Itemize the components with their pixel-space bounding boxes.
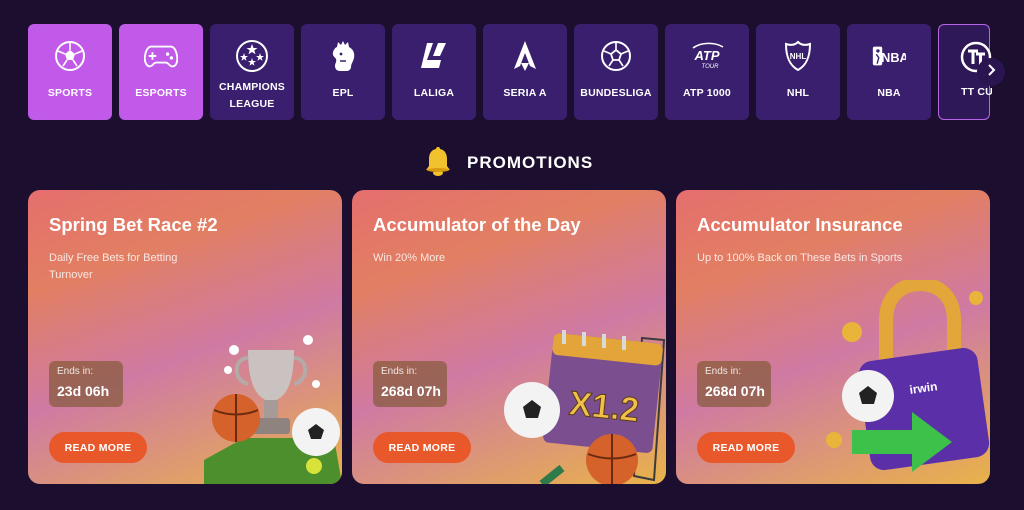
card-title: Accumulator Insurance	[697, 214, 903, 235]
read-more-button[interactable]: READ MORE	[697, 432, 795, 463]
scroll-right-button[interactable]	[977, 58, 1005, 86]
svg-text:NHL: NHL	[790, 52, 807, 61]
category-nba[interactable]: NBA NBA	[847, 24, 931, 120]
trophy-balls-art	[204, 335, 342, 484]
category-label: BUNDESLIGA	[580, 87, 652, 99]
epl-lion-icon	[326, 39, 360, 73]
countdown-badge: Ends in: 23d 06h	[49, 361, 123, 407]
countdown-badge: Ends in: 268d 07h	[697, 361, 771, 407]
card-subtitle: Up to 100% Back on These Bets in Sports	[697, 252, 903, 264]
gamepad-icon	[144, 39, 178, 73]
card-title: Spring Bet Race #2	[49, 214, 218, 235]
bell-icon	[425, 145, 451, 182]
card-subtitle: Win 20% More	[373, 252, 446, 264]
category-seria-a[interactable]: SERIA A	[483, 24, 567, 120]
chevron-right-icon	[986, 63, 996, 81]
category-sports[interactable]: SPORTS	[28, 24, 112, 120]
laliga-icon	[417, 39, 451, 73]
category-label: TT CU	[961, 86, 992, 98]
category-champions-league[interactable]: CHAMPIONS LEAGUE	[210, 24, 294, 120]
countdown-label: Ends in:	[705, 366, 742, 377]
category-label: ESPORTS	[135, 87, 187, 99]
category-epl[interactable]: EPL	[301, 24, 385, 120]
category-atp-1000[interactable]: ATP TOUR ATP 1000	[665, 24, 749, 120]
category-label: SPORTS	[47, 87, 93, 99]
calendar-x12-art: X1.2	[504, 330, 666, 484]
svg-text:TOUR: TOUR	[702, 64, 720, 70]
seria-a-icon	[508, 39, 542, 73]
promo-card-accumulator-of-the-day[interactable]: Accumulator of the Day Win 20% More Ends…	[352, 190, 666, 484]
countdown-value: 23d 06h	[57, 383, 110, 399]
category-label: NHL	[786, 87, 810, 99]
promo-card-accumulator-insurance[interactable]: Accumulator Insurance Up to 100% Back on…	[676, 190, 990, 484]
category-label: ATP 1000	[683, 87, 731, 99]
promo-card-spring-bet-race[interactable]: Spring Bet Race #2 Daily Free Bets for B…	[28, 190, 342, 484]
category-esports[interactable]: ESPORTS	[119, 24, 203, 120]
category-label: LALIGA	[413, 87, 455, 99]
category-laliga[interactable]: LALIGA	[392, 24, 476, 120]
read-more-button[interactable]: READ MORE	[49, 432, 147, 463]
svg-text:ATP: ATP	[693, 48, 719, 63]
countdown-label: Ends in:	[57, 366, 94, 377]
category-strip: SPORTS ESPORTS CHAMPIONS LEAGUE EPL LALIG…	[28, 24, 992, 120]
svg-text:NBA: NBA	[881, 50, 906, 65]
padlock-art: irwin	[826, 280, 990, 472]
countdown-value: 268d 07h	[705, 383, 765, 399]
bundesliga-ball-icon	[599, 39, 633, 73]
category-label: CHAMPIONS LEAGUE	[219, 81, 285, 110]
countdown-value: 268d 07h	[381, 383, 441, 399]
read-more-button[interactable]: READ MORE	[373, 432, 471, 463]
category-label: NBA	[877, 87, 901, 99]
category-label: SERIA A	[503, 87, 547, 99]
category-bundesliga[interactable]: BUNDESLIGA	[574, 24, 658, 120]
promotions-header: PROMOTIONS	[425, 145, 593, 181]
card-subtitle: Daily Free Bets for Betting Turnover	[49, 252, 178, 281]
atp-tour-icon: ATP TOUR	[690, 39, 724, 73]
nba-icon: NBA	[872, 39, 906, 73]
nhl-shield-icon: NHL	[781, 39, 815, 73]
countdown-badge: Ends in: 268d 07h	[373, 361, 447, 407]
soccer-ball-icon	[53, 39, 87, 73]
svg-text:X1.2: X1.2	[567, 384, 641, 429]
card-title: Accumulator of the Day	[373, 214, 581, 235]
champions-league-icon	[235, 39, 269, 73]
category-nhl[interactable]: NHL NHL	[756, 24, 840, 120]
countdown-label: Ends in:	[381, 366, 418, 377]
promotions-title: PROMOTIONS	[467, 153, 594, 172]
category-label: EPL	[332, 87, 354, 99]
